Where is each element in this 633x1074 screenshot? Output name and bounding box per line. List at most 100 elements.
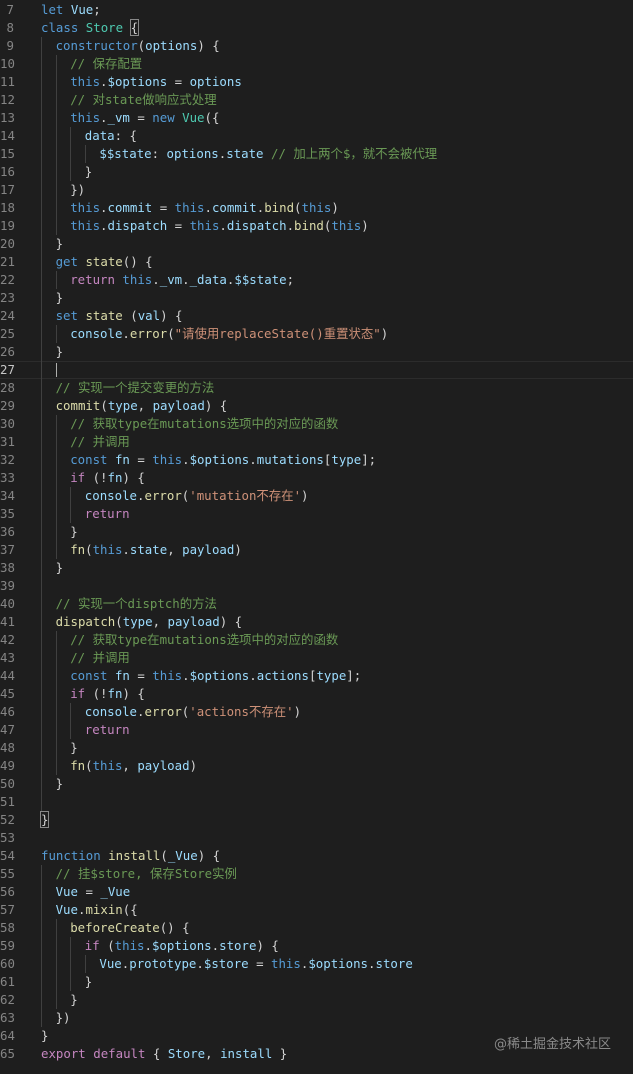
code-token: { [204,38,220,53]
code-line[interactable]: 34 console.error('mutation不存在') [0,487,633,505]
code-text: // 实现一个提交变更的方法 [56,379,215,397]
code-line[interactable]: 24 set state (val) { [0,307,633,325]
code-text: Vue.prototype.$store = this.$options.sto… [99,955,412,973]
code-line[interactable]: 31 // 并调用 [0,433,633,451]
code-editor[interactable]: 7 let Vue; 8 class Store {9 constructor(opti… [0,1,633,1063]
code-token: fn [107,470,123,485]
indent-guide [55,145,57,163]
code-token: let [41,2,64,17]
code-text: } [70,991,77,1009]
code-token: $options [189,668,250,683]
code-line[interactable]: 37 fn(this.state, payload) [0,541,633,559]
code-line[interactable]: 61} [0,973,633,991]
code-line[interactable]: 14 data: { [0,127,633,145]
code-token: fn [107,686,123,701]
code-line[interactable]: 30 // 获取type在mutations选项中的对应的函数 [0,415,633,433]
code-line[interactable]: 16} [0,163,633,181]
code-line[interactable]: 54 function install(_Vue) { [0,847,633,865]
code-line[interactable]: 55 // 挂$store, 保存Store实例 [0,865,633,883]
code-token: this [92,758,123,773]
code-line[interactable]: 38} [0,559,633,577]
code-line[interactable]: 10 // 保存配置 [0,55,633,73]
code-token: state [129,542,168,557]
code-token: fn [70,758,86,773]
code-line[interactable]: 8 class Store { [0,19,633,37]
code-line[interactable]: 19 this.dispatch = this.dispatch.bind(thi… [0,217,633,235]
code-text: } [41,1027,48,1045]
code-token: ) [331,200,339,215]
code-line[interactable]: 48} [0,739,633,757]
code-text: let Vue; [41,1,101,19]
code-line[interactable]: 17}) [0,181,633,199]
code-token: install [220,1046,273,1061]
code-line[interactable]: 60 Vue.prototype.$store = this.$options.s… [0,955,633,973]
line-number: 57 [0,902,15,917]
code-line[interactable]: 59 if (this.$options.store) { [0,937,633,955]
code-token: _Vue [100,884,131,899]
line-number: 54 [0,848,15,863]
code-line[interactable]: 22 return this._vm._data.$$state; [0,271,633,289]
code-token: , [152,614,168,629]
code-line[interactable]: 21 get state() { [0,253,633,271]
code-line[interactable]: 58 beforeCreate() { [0,919,633,937]
code-token: . [182,668,190,683]
indent-guide [41,991,42,1009]
code-line[interactable]: 40 // 实现一个disptch的方法 [0,595,633,613]
code-line[interactable]: 51 [0,793,633,811]
code-line[interactable]: 52} [0,811,633,829]
indent-guide [41,271,42,289]
code-line[interactable]: 12 // 对state做响应式处理 [0,91,633,109]
code-token: } [55,344,64,359]
code-line[interactable]: 42 // 获取type在mutations选项中的对应的函数 [0,631,633,649]
code-line[interactable]: 53 [0,829,633,847]
code-line[interactable]: 56 Vue = _Vue [0,883,633,901]
code-line[interactable]: 13 this._vm = new Vue({ [0,109,633,127]
code-line[interactable]: 63}) [0,1009,633,1027]
code-line[interactable]: 25 console.error("请使用replaceState()重置状态") [0,325,633,343]
indent-guide [41,217,42,235]
code-line[interactable]: 35 return [0,505,633,523]
code-token: this [70,218,101,233]
code-line[interactable]: 39 [0,577,633,595]
indent-guide [41,919,42,937]
code-line[interactable]: 33 if (!fn) { [0,469,633,487]
code-line[interactable]: 9 constructor(options) { [0,37,633,55]
code-line[interactable]: 44 const fn = this.$options.actions[type]… [0,667,633,685]
code-line[interactable]: 32 const fn = this.$options.mutations[typ… [0,451,633,469]
indent-guide [41,757,42,775]
code-line[interactable]: 28 // 实现一个提交变更的方法 [0,379,633,397]
line-number: 7 [6,2,14,17]
code-line[interactable]: 26} [0,343,633,361]
code-token: default [93,1046,146,1061]
code-token: if [84,938,100,953]
line-number: 44 [0,668,15,683]
code-line[interactable]: 62} [0,991,633,1009]
code-token: ) [256,938,264,953]
code-line[interactable]: 45 if (!fn) { [0,685,633,703]
code-line[interactable]: 41 dispatch(type, payload) { [0,613,633,631]
code-line[interactable]: 15 $$state: options.state // 加上两个$，就不会被代理 [0,145,633,163]
code-token: payload [182,542,235,557]
code-line[interactable]: 47 return [0,721,633,739]
code-line[interactable]: 43 // 并调用 [0,649,633,667]
code-line[interactable]: 7 let Vue; [0,1,633,19]
line-number: 24 [0,308,15,323]
line-number: 51 [0,794,15,809]
indent-guide [70,145,72,163]
code-token: mixin [85,902,123,917]
code-line[interactable]: 18 this.commit = this.commit.bind(this) [0,199,633,217]
code-line[interactable]: 57 Vue.mixin({ [0,901,633,919]
code-token: class [41,20,79,35]
code-token: } [70,524,78,539]
code-token: , [167,542,183,557]
code-line[interactable]: 49 fn(this, payload) [0,757,633,775]
indent-guide [41,181,42,199]
code-line[interactable]: 27 [0,361,633,379]
code-line[interactable]: 36} [0,523,633,541]
code-line[interactable]: 20} [0,235,633,253]
code-line[interactable]: 46 console.error('actions不存在') [0,703,633,721]
code-line[interactable]: 11 this.$options = options [0,73,633,91]
code-line[interactable]: 29 commit(type, payload) { [0,397,633,415]
code-line[interactable]: 50} [0,775,633,793]
code-line[interactable]: 23} [0,289,633,307]
